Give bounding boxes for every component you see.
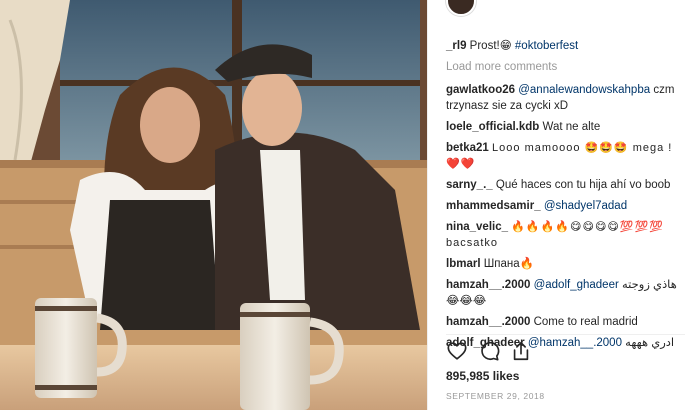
- comment-icon[interactable]: [478, 340, 500, 362]
- comment-username[interactable]: betka21: [446, 142, 489, 154]
- comment-username[interactable]: mhammedsamir_: [446, 200, 541, 212]
- comment-username[interactable]: gawlatkoo26: [446, 84, 515, 96]
- comment-item: nina_velic_ 🔥🔥🔥🔥😋😋😋😋💯💯💯 bacsatko: [446, 219, 682, 251]
- like-count[interactable]: 895,985 likes: [446, 369, 519, 383]
- comment-item: betka21 Looo mamoooo 🤩🤩🤩 mega ! ❤️❤️: [446, 140, 682, 172]
- comment-mention[interactable]: @adolf_ghadeer: [534, 279, 619, 291]
- comment-username[interactable]: sarny_._: [446, 179, 493, 191]
- comment-mention[interactable]: @annalewandowskahpba: [518, 84, 650, 96]
- post-photo[interactable]: [0, 0, 427, 410]
- comment-item: gawlatkoo26 @annalewandowskahpba czm trz…: [446, 82, 682, 114]
- comment-item: loele_official.kdb Wat ne alte: [446, 119, 682, 135]
- comment-item: sarny_._ Qué haces con tu hija ahí vo bo…: [446, 177, 682, 193]
- load-more-comments-link[interactable]: Load more comments: [446, 59, 682, 75]
- author-avatar[interactable]: [446, 0, 476, 16]
- comment-list: _rl9 Prost!😁 #oktoberfest Load more comm…: [446, 38, 682, 356]
- share-icon[interactable]: [510, 340, 532, 362]
- action-bar: [446, 340, 682, 364]
- caption-hashtag[interactable]: #oktoberfest: [515, 40, 578, 52]
- comment-username[interactable]: nina_velic_: [446, 221, 508, 233]
- comment-username[interactable]: lbmarl: [446, 258, 481, 270]
- caption-username[interactable]: _rl9: [446, 40, 466, 52]
- post-date: SEPTEMBER 29, 2018: [446, 391, 545, 401]
- comment-item: mhammedsamir_ @shadyel7adad: [446, 198, 682, 214]
- comment-text: Qué haces con tu hija ahí vo boob: [495, 179, 671, 191]
- comment-username[interactable]: hamzah__.2000: [446, 279, 530, 291]
- comment-text: Wat ne alte: [542, 121, 601, 133]
- divider: [446, 334, 685, 335]
- heart-icon[interactable]: [446, 340, 468, 362]
- comment-item: hamzah__.2000 Come to real madrid: [446, 314, 682, 330]
- caption: _rl9 Prost!😁 #oktoberfest: [446, 38, 682, 54]
- comment-text: Шпана🔥: [483, 258, 534, 270]
- comment-mention[interactable]: @shadyel7adad: [544, 200, 627, 212]
- comment-item: lbmarl Шпана🔥: [446, 256, 682, 272]
- comment-username[interactable]: hamzah__.2000: [446, 316, 530, 328]
- comment-text: Come to real madrid: [533, 316, 638, 328]
- comment-item: hamzah__.2000 @adolf_ghadeer هاذي زوجته …: [446, 277, 682, 309]
- comments-panel: _rl9 Prost!😁 #oktoberfest Load more comm…: [427, 0, 685, 410]
- comment-username[interactable]: loele_official.kdb: [446, 121, 539, 133]
- caption-text: Prost!😁: [469, 40, 512, 52]
